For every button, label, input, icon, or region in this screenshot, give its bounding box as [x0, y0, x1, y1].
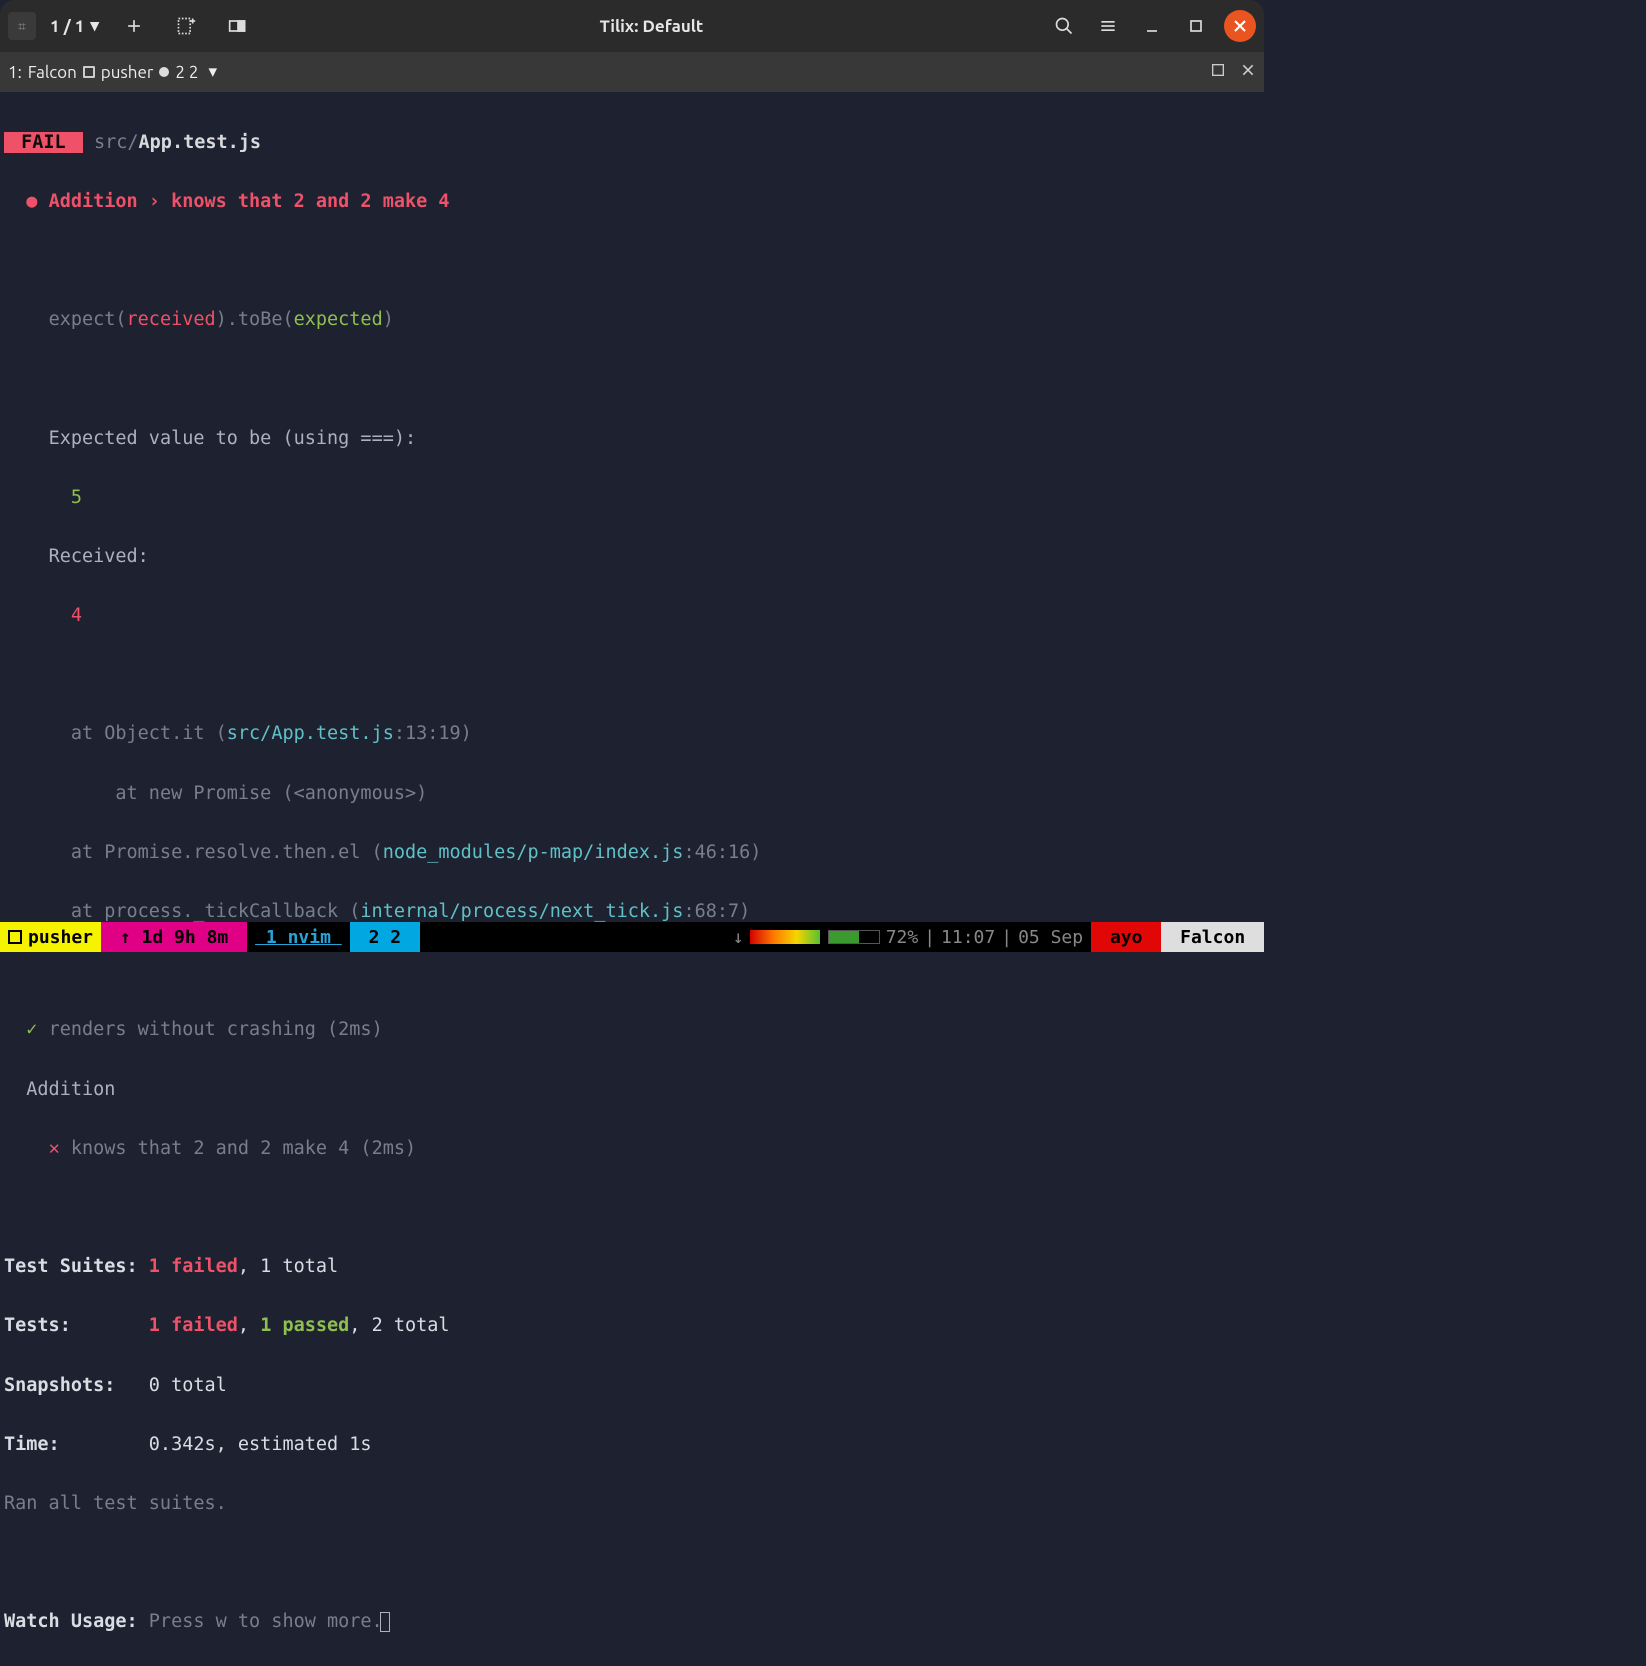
fail-header: FAIL src/App.test.js	[4, 128, 1260, 158]
summary-tests: Tests: 1 failed, 1 passed, 2 total	[4, 1311, 1260, 1341]
window-title: Tilix: Default	[255, 17, 1048, 36]
expected-value: 5	[4, 483, 1260, 513]
activity-dot-icon	[159, 67, 169, 77]
test-path-dir: src/	[83, 132, 139, 153]
test-path-file: App.test.js	[139, 132, 262, 153]
status-right: ↓ 72% | 11:07 | 05 Sep	[420, 922, 1091, 952]
battery-percent: 72%	[886, 927, 919, 948]
received-label: Received:	[4, 542, 1260, 572]
stack-line-1: at Object.it (src/App.test.js:13:19)	[4, 719, 1260, 749]
bullet-icon: ●	[26, 191, 37, 212]
expect-expression: expect(received).toBe(expected)	[4, 305, 1260, 335]
square-icon	[8, 930, 22, 944]
session-counter[interactable]: 1 / 1 ▾	[50, 16, 99, 36]
add-terminal-down-button[interactable]	[169, 9, 203, 43]
watch-usage: Watch Usage: Press w to show more.	[4, 1607, 1260, 1637]
stack-line-3: at Promise.resolve.then.el (node_modules…	[4, 838, 1260, 868]
failing-test-title: ● Addition › knows that 2 and 2 make 4	[4, 187, 1260, 217]
close-button[interactable]	[1224, 10, 1256, 42]
add-terminal-right-button[interactable]	[221, 9, 255, 43]
summary-ran: Ran all test suites.	[4, 1489, 1260, 1519]
heat-gradient-icon	[750, 930, 820, 944]
status-session[interactable]: pusher	[0, 922, 101, 952]
session-tabbar: 1: Falcon pusher 2 2 ▾	[0, 52, 1264, 92]
chevron-down-icon: ▾	[90, 16, 99, 36]
stack-line-2: at new Promise (<anonymous>)	[4, 779, 1260, 809]
expected-label: Expected value to be (using ===):	[4, 424, 1260, 454]
failing-test-line: ✕ knows that 2 and 2 make 4 (2ms)	[4, 1134, 1260, 1164]
tab-index: 1:	[8, 63, 22, 82]
status-user: ayo	[1091, 922, 1161, 952]
stop-icon	[83, 66, 95, 78]
hamburger-menu-button[interactable]	[1092, 10, 1124, 42]
tab-close-button[interactable]	[1240, 62, 1256, 82]
download-arrow-icon: ↓	[733, 927, 744, 948]
tmux-statusbar: pusher ↑ 1d 9h 8m 1 nvim 2 2 ↓ 72% | 11:…	[0, 922, 1264, 952]
summary-snapshots: Snapshots: 0 total	[4, 1371, 1260, 1401]
summary-time: Time: 0.342s, estimated 1s	[4, 1430, 1260, 1460]
status-host: Falcon	[1161, 922, 1264, 952]
maximize-button[interactable]	[1180, 10, 1212, 42]
minimize-button[interactable]	[1136, 10, 1168, 42]
search-button[interactable]	[1048, 10, 1080, 42]
received-value: 4	[4, 601, 1260, 631]
x-icon: ✕	[49, 1138, 60, 1159]
tab-windows: 2 2	[175, 63, 198, 82]
status-uptime: ↑ 1d 9h 8m	[101, 922, 247, 952]
fail-badge: FAIL	[4, 132, 83, 153]
tab-name: Falcon	[28, 63, 77, 82]
app-icon: ⌗	[8, 12, 36, 40]
passing-test-line: ✓ renders without crashing (2ms)	[4, 1015, 1260, 1045]
failing-test-name: Addition › knows that 2 and 2 make 4	[49, 191, 450, 212]
terminal-output[interactable]: FAIL src/App.test.js ● Addition › knows …	[0, 92, 1264, 1666]
chevron-down-icon: ▾	[208, 62, 217, 82]
clock: 11:07	[941, 927, 995, 948]
summary-suites: Test Suites: 1 failed, 1 total	[4, 1252, 1260, 1282]
check-icon: ✓	[26, 1019, 37, 1040]
battery-bar-icon	[828, 930, 880, 944]
tab-info[interactable]: 1: Falcon pusher 2 2 ▾	[8, 62, 217, 82]
cursor-icon	[380, 1612, 390, 1632]
status-window-nvim[interactable]: 1 nvim	[247, 922, 350, 952]
suite-label: Addition	[4, 1075, 1260, 1105]
tab-maximize-button[interactable]	[1210, 62, 1226, 82]
window-titlebar: ⌗ 1 / 1 ▾ Tilix: Default	[0, 0, 1264, 52]
session-counter-label: 1 / 1	[50, 17, 84, 36]
status-window-current[interactable]: 2 2	[350, 922, 420, 952]
add-terminal-button[interactable]	[117, 9, 151, 43]
tab-process: pusher	[101, 63, 154, 82]
date: 05 Sep	[1018, 927, 1083, 948]
